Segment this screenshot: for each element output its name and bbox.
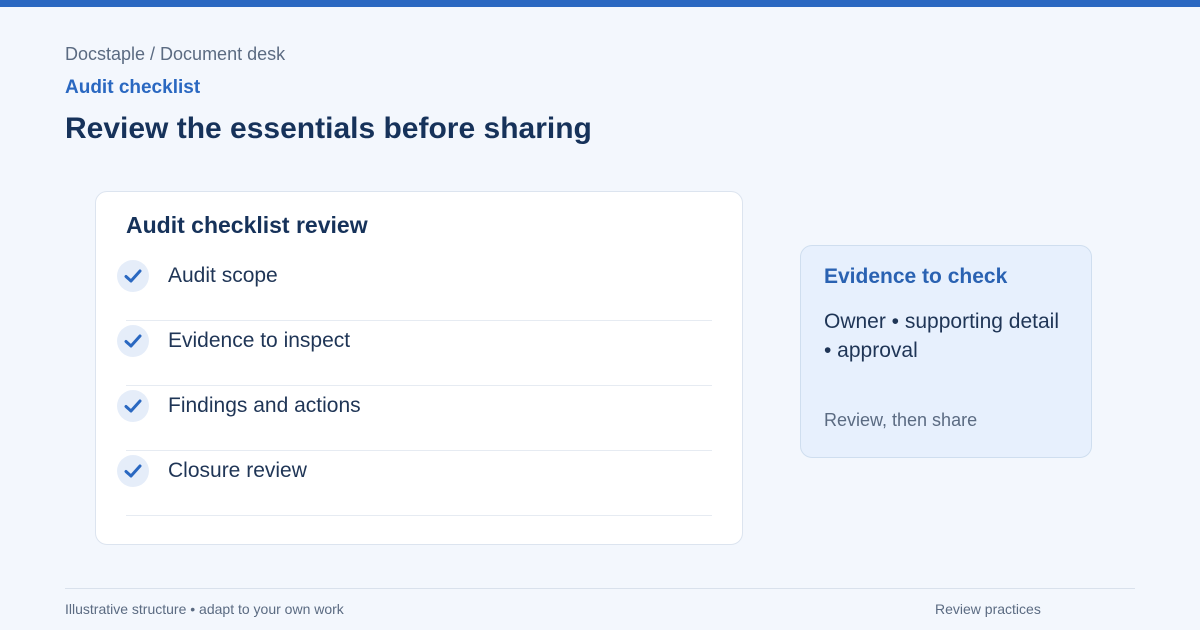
footer-divider bbox=[65, 588, 1135, 589]
checklist-item-closure-review: Closure review bbox=[117, 451, 712, 516]
top-accent-bar bbox=[0, 0, 1200, 7]
evidence-body: Owner • supporting detail • approval bbox=[824, 310, 1059, 362]
checklist-item-label: Closure review bbox=[168, 459, 307, 482]
checklist-item-label: Evidence to inspect bbox=[168, 329, 351, 352]
evidence-card: Evidence to check Owner • supporting det… bbox=[800, 245, 1092, 458]
check-icon bbox=[117, 455, 149, 487]
checklist-title: Audit checklist review bbox=[126, 212, 368, 238]
checklist-item-findings-and-actions: Findings and actions bbox=[117, 386, 712, 451]
checklist-item-evidence-to-inspect: Evidence to inspect bbox=[117, 321, 712, 386]
checklist-item-label: Findings and actions bbox=[168, 394, 361, 417]
check-icon bbox=[117, 390, 149, 422]
check-icon bbox=[117, 260, 149, 292]
evidence-note: Review, then share bbox=[824, 410, 978, 430]
breadcrumb: Docstaple / Document desk bbox=[65, 44, 286, 64]
footer-label: Review practices bbox=[935, 601, 1041, 617]
footer-caption: Illustrative structure • adapt to your o… bbox=[65, 601, 344, 617]
checklist-item-audit-scope: Audit scope bbox=[117, 256, 712, 321]
checklist-item-label: Audit scope bbox=[168, 264, 278, 287]
checklist-card: Audit checklist review Audit scope Evide… bbox=[95, 191, 743, 545]
section-eyebrow: Audit checklist bbox=[65, 77, 201, 98]
page-title: Review the essentials before sharing bbox=[65, 112, 592, 145]
evidence-title: Evidence to check bbox=[824, 265, 1008, 288]
check-icon bbox=[117, 325, 149, 357]
